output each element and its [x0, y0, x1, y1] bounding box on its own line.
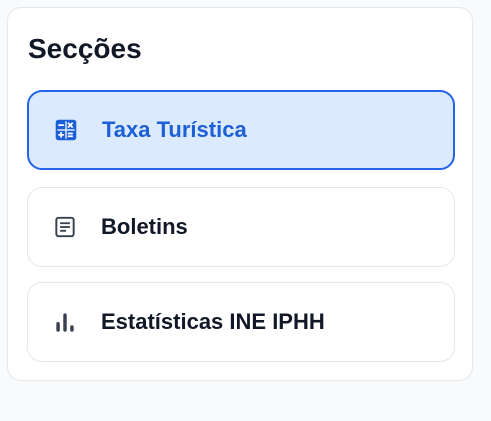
- nav-item-label: Taxa Turística: [102, 117, 247, 142]
- panel-title: Secções: [28, 33, 142, 64]
- nav-item-boletins[interactable]: Boletins: [27, 187, 455, 267]
- bar-chart-icon: [52, 309, 78, 335]
- nav-item-taxa-turistica[interactable]: Taxa Turística: [27, 90, 455, 170]
- nav-item-label: Estatísticas INE IPHH: [101, 309, 325, 334]
- calculator-icon: [53, 117, 79, 143]
- sections-panel: Secções Taxa Turística Boletins Estatíst…: [7, 7, 473, 381]
- document-icon: [52, 214, 78, 240]
- nav-item-estatisticas-ine-iphh[interactable]: Estatísticas INE IPHH: [27, 282, 455, 362]
- nav-item-label: Boletins: [101, 214, 188, 239]
